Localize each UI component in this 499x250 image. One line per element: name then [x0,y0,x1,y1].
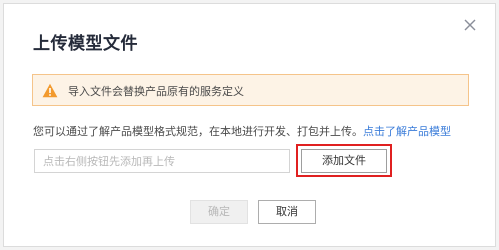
product-model-link[interactable]: 点击了解产品模型 [363,125,451,138]
warning-triangle-icon [42,83,58,98]
warning-text: 导入文件会替换产品原有的服务定义 [68,85,244,98]
description-text: 您可以通过了解产品模型格式规范，在本地进行开发、打包并上传。 [33,125,363,138]
file-path-input[interactable] [34,149,290,173]
dialog-title: 上传模型文件 [33,34,138,54]
add-file-button[interactable]: 添加文件 [301,149,387,173]
warning-banner: 导入文件会替换产品原有的服务定义 [32,74,469,106]
cancel-button[interactable]: 取消 [258,200,316,224]
close-icon[interactable] [462,17,478,33]
upload-model-dialog: 上传模型文件 导入文件会替换产品原有的服务定义 您可以通过了解产品模型格式规范，… [3,3,496,247]
description: 您可以通过了解产品模型格式规范，在本地进行开发、打包并上传。点击了解产品模型 [33,123,451,139]
confirm-button[interactable]: 确定 [190,200,248,224]
